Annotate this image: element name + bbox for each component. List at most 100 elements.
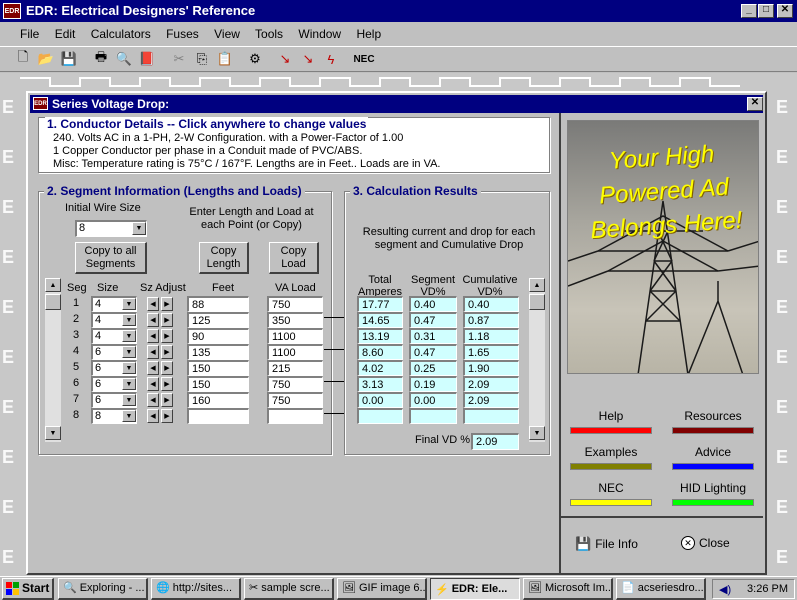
chevron-down-icon[interactable]: ▼ — [122, 346, 136, 358]
settings-icon[interactable]: ⚙ — [244, 48, 266, 70]
copy-icon[interactable]: ⎘ — [191, 48, 213, 70]
cut-icon[interactable]: ✂ — [168, 48, 190, 70]
print-icon[interactable]: 🖶 — [90, 48, 112, 70]
segment-size-select[interactable]: 4 ▼ — [91, 296, 137, 312]
segment-va-input[interactable]: 1100 — [267, 328, 323, 344]
chevron-down-icon[interactable]: ▼ — [122, 410, 136, 422]
segment-feet-input[interactable]: 90 — [187, 328, 249, 344]
segment-size-select[interactable]: 6 ▼ — [91, 376, 137, 392]
results-scrollbar[interactable]: ▲ ▼ — [529, 278, 545, 442]
copy-load-button[interactable]: Copy Load — [269, 242, 319, 274]
ad-image[interactable]: Your High Powered Ad Belongs Here! — [567, 120, 759, 374]
hid-lighting-link[interactable]: HID Lighting — [669, 481, 757, 511]
taskbar-task[interactable]: 🖼 Microsoft Im... — [523, 578, 613, 600]
size-decrease-button[interactable]: ◀ — [147, 345, 159, 359]
size-increase-button[interactable]: ▶ — [161, 361, 173, 375]
print-preview-icon[interactable]: 🔍 — [113, 48, 135, 70]
taskbar-task[interactable]: 🖼 GIF image 6... — [337, 578, 427, 600]
chevron-down-icon[interactable]: ▼ — [122, 362, 136, 374]
menu-window[interactable]: Window — [298, 27, 341, 41]
taskbar-task[interactable]: 📄 acseriesdro... — [616, 578, 706, 600]
minimize-button[interactable]: _ — [741, 4, 757, 18]
segment-feet-input[interactable]: 135 — [187, 344, 249, 360]
menu-tools[interactable]: Tools — [255, 27, 283, 41]
size-increase-button[interactable]: ▶ — [161, 377, 173, 391]
lightning-icon[interactable]: ϟ — [320, 48, 342, 70]
segment-va-input[interactable]: 215 — [267, 360, 323, 376]
segment-feet-input[interactable]: 150 — [187, 376, 249, 392]
chevron-down-icon[interactable]: ▼ — [132, 222, 146, 235]
maximize-button[interactable]: □ — [758, 4, 774, 18]
examples-link[interactable]: Examples — [567, 445, 655, 475]
size-increase-button[interactable]: ▶ — [161, 345, 173, 359]
segment-va-input[interactable]: 350 — [267, 312, 323, 328]
nec-link[interactable]: NEC — [567, 481, 655, 511]
results-scroll-down-icon[interactable]: ▼ — [529, 426, 545, 440]
conductor-details-group[interactable]: 1. Conductor Details -- Click anywhere t… — [38, 117, 550, 173]
segment-size-select[interactable]: 6 ▼ — [91, 344, 137, 360]
scroll-up-icon[interactable]: ▲ — [45, 278, 61, 292]
dialog-close-button[interactable]: ✕ — [747, 97, 763, 111]
initial-wire-select[interactable]: 8 ▼ — [75, 220, 147, 237]
size-increase-button[interactable]: ▶ — [161, 313, 173, 327]
start-button[interactable]: Start — [2, 578, 54, 600]
size-increase-button[interactable]: ▶ — [161, 329, 173, 343]
chevron-down-icon[interactable]: ▼ — [122, 314, 136, 326]
results-scroll-up-icon[interactable]: ▲ — [529, 278, 545, 292]
paste-icon[interactable]: 📋 — [214, 48, 236, 70]
size-increase-button[interactable]: ▶ — [161, 393, 173, 407]
close-app-button[interactable]: ✕ — [777, 4, 793, 18]
menu-calculators[interactable]: Calculators — [91, 27, 151, 41]
close-button[interactable]: ✕ Close — [681, 536, 730, 550]
segment-feet-input[interactable]: 88 — [187, 296, 249, 312]
segment-feet-input[interactable] — [187, 408, 249, 424]
app-icon[interactable]: EDR — [3, 3, 21, 19]
copy-length-button[interactable]: Copy Length — [199, 242, 249, 274]
taskbar-task[interactable]: ✂ sample scre... — [244, 578, 334, 600]
menu-file[interactable]: File — [20, 27, 39, 41]
save-icon[interactable]: 💾 — [58, 48, 80, 70]
segment-size-select[interactable]: 6 ▼ — [91, 392, 137, 408]
size-decrease-button[interactable]: ◀ — [147, 329, 159, 343]
speaker-icon[interactable]: ◀) — [719, 583, 731, 596]
segment-va-input[interactable]: 750 — [267, 296, 323, 312]
size-decrease-button[interactable]: ◀ — [147, 393, 159, 407]
taskbar-task[interactable]: ⚡ EDR: Ele... — [430, 578, 520, 600]
segment-va-input[interactable] — [267, 408, 323, 424]
chevron-down-icon[interactable]: ▼ — [122, 298, 136, 310]
size-decrease-button[interactable]: ◀ — [147, 409, 159, 423]
size-decrease-button[interactable]: ◀ — [147, 361, 159, 375]
segment-size-select[interactable]: 4 ▼ — [91, 312, 137, 328]
menu-edit[interactable]: Edit — [55, 27, 76, 41]
chevron-down-icon[interactable]: ▼ — [122, 330, 136, 342]
resources-link[interactable]: Resources — [669, 409, 757, 439]
voltage-drop-chart-icon[interactable]: ↘ — [297, 48, 319, 70]
size-decrease-button[interactable]: ◀ — [147, 377, 159, 391]
file-info-button[interactable]: 💾 File Info — [575, 536, 638, 552]
taskbar-task[interactable]: 🔍 Exploring - ... — [58, 578, 148, 600]
segment-va-input[interactable]: 1100 — [267, 344, 323, 360]
segment-size-select[interactable]: 8 ▼ — [91, 408, 137, 424]
size-increase-button[interactable]: ▶ — [161, 409, 173, 423]
segment-size-select[interactable]: 4 ▼ — [91, 328, 137, 344]
open-folder-icon[interactable]: 📂 — [35, 48, 57, 70]
copy-to-all-segments-button[interactable]: Copy to all Segments — [75, 242, 147, 274]
menu-view[interactable]: View — [214, 27, 240, 41]
help-link[interactable]: Help — [567, 409, 655, 439]
segment-va-input[interactable]: 750 — [267, 376, 323, 392]
advice-link[interactable]: Advice — [669, 445, 757, 475]
segment-va-input[interactable]: 750 — [267, 392, 323, 408]
segment-feet-input[interactable]: 150 — [187, 360, 249, 376]
results-scroll-thumb[interactable] — [529, 294, 545, 310]
segment-feet-input[interactable]: 160 — [187, 392, 249, 408]
segment-feet-input[interactable]: 125 — [187, 312, 249, 328]
nec-button[interactable]: NEC — [350, 48, 378, 70]
size-decrease-button[interactable]: ◀ — [147, 313, 159, 327]
menu-help[interactable]: Help — [356, 27, 381, 41]
book-icon[interactable]: 📕 — [136, 48, 158, 70]
new-file-icon[interactable]: 🗋 — [12, 48, 34, 70]
size-decrease-button[interactable]: ◀ — [147, 297, 159, 311]
chevron-down-icon[interactable]: ▼ — [122, 378, 136, 390]
chevron-down-icon[interactable]: ▼ — [122, 394, 136, 406]
menu-fuses[interactable]: Fuses — [166, 27, 199, 41]
